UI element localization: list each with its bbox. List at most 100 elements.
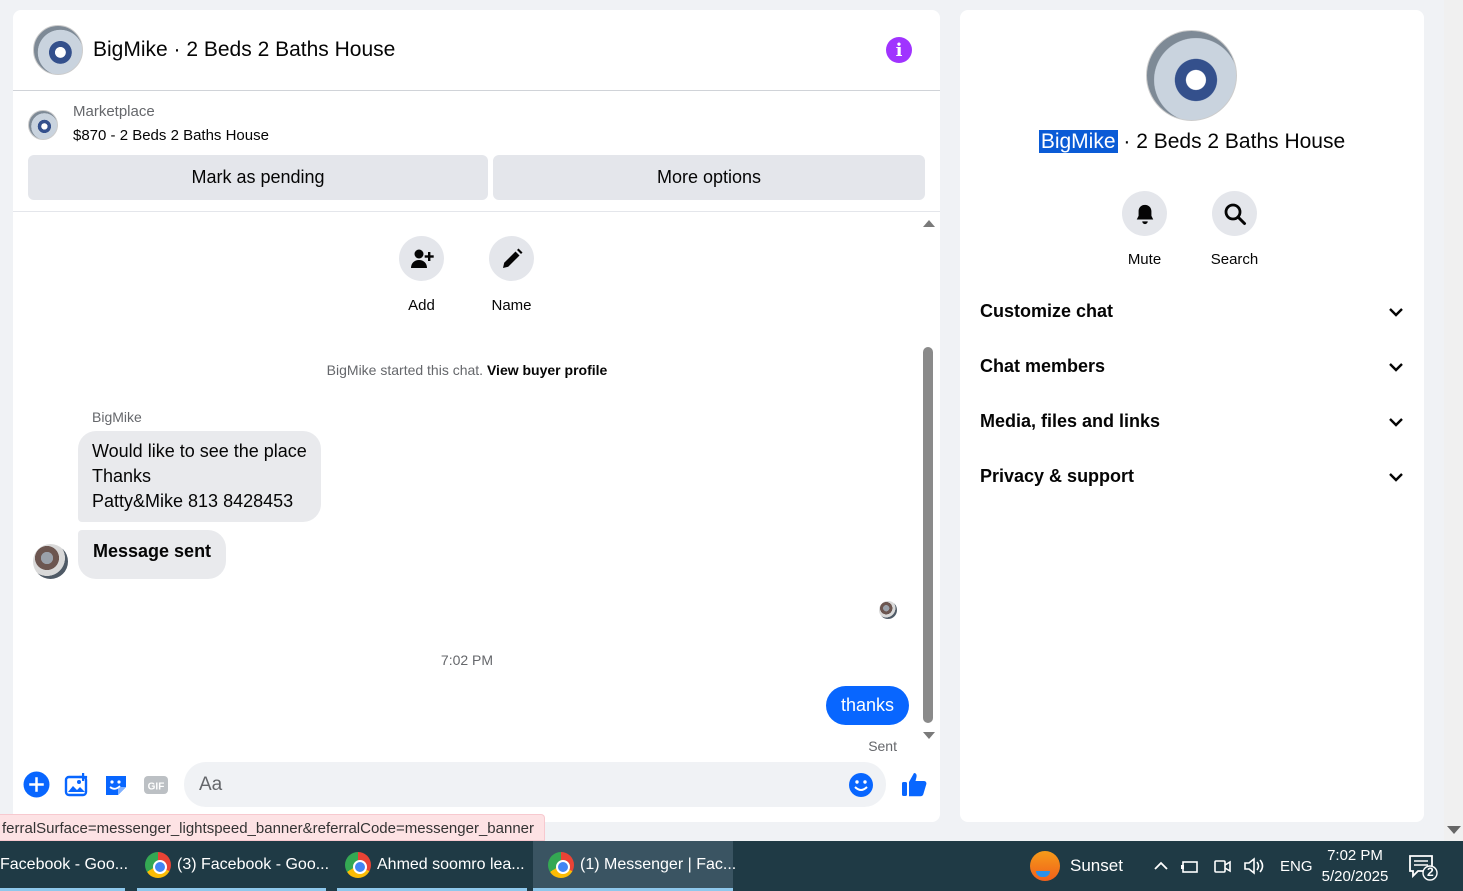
- chrome-icon: [345, 851, 371, 878]
- taskbar-item-messenger[interactable]: (1) Messenger | Fac...: [533, 841, 737, 891]
- name-label: Name: [491, 297, 532, 314]
- section-label: Media, files and links: [980, 411, 1161, 431]
- info-title-rest: · 2 Beds 2 Baths House: [1117, 130, 1346, 153]
- system-tray: ENG: [1152, 841, 1313, 891]
- sender-name: BigMike: [92, 409, 142, 425]
- sender-avatar[interactable]: [33, 544, 68, 579]
- volume-icon[interactable]: [1243, 857, 1265, 875]
- name-chat-action[interactable]: Name: [489, 236, 534, 314]
- sticker-icon: [106, 775, 126, 795]
- incoming-message-sent[interactable]: Message sent: [78, 530, 227, 579]
- mute-label: Mute: [1127, 251, 1162, 268]
- chat-title[interactable]: BigMike · 2 Beds 2 Baths House: [93, 38, 886, 62]
- pencil-icon: [502, 248, 522, 268]
- gif-icon: GIF: [144, 775, 168, 794]
- message-line: Thanks: [92, 466, 152, 486]
- taskbar-item-label: Facebook - Goo...: [0, 855, 129, 873]
- thumbs-up-icon: [902, 772, 927, 796]
- network-icon[interactable]: [1181, 857, 1201, 875]
- listing-thumbnail: [28, 110, 58, 140]
- gif-button[interactable]: GIF: [142, 771, 170, 799]
- chevron-down-icon: [1389, 362, 1403, 372]
- search-action[interactable]: Search: [1210, 191, 1259, 268]
- view-buyer-profile-link[interactable]: View buyer profile: [487, 362, 607, 378]
- customize-chat-section[interactable]: Customize chat: [980, 301, 1404, 322]
- meet-icon[interactable]: [1212, 857, 1232, 875]
- started-text: BigMike started this chat.: [326, 362, 484, 378]
- taskbar-item-label: Ahmed soomro lea...: [377, 855, 525, 873]
- info-avatar[interactable]: [1146, 30, 1237, 121]
- message-input-box[interactable]: [184, 762, 886, 807]
- notification-center[interactable]: 2: [1408, 853, 1438, 881]
- mute-action[interactable]: Mute: [1122, 191, 1167, 268]
- conversation-info-panel: BigMike · 2 Beds 2 Baths House Mute Sear…: [960, 10, 1424, 822]
- marketplace-label: Marketplace: [73, 103, 155, 120]
- search-label: Search: [1210, 251, 1259, 268]
- marketplace-listing[interactable]: Marketplace $870 - 2 Beds 2 Baths House: [28, 101, 925, 149]
- info-icon[interactable]: i: [886, 37, 912, 63]
- photo-icon: [64, 772, 88, 796]
- message-composer: GIF: [13, 761, 940, 808]
- message-input[interactable]: [199, 773, 848, 796]
- notification-count: 2: [1427, 865, 1434, 879]
- search-button[interactable]: [1212, 191, 1257, 236]
- incoming-message[interactable]: Would like to see the place Thanks Patty…: [78, 431, 321, 522]
- scroll-up-arrow[interactable]: [923, 220, 935, 227]
- more-actions-button[interactable]: [22, 771, 50, 799]
- clock[interactable]: 7:02 PM 5/20/2025: [1308, 845, 1402, 887]
- clock-date: 5/20/2025: [1321, 868, 1389, 885]
- weather-widget[interactable]: Sunset: [1030, 841, 1123, 891]
- marketplace-text: Marketplace $870 - 2 Beds 2 Baths House: [73, 101, 269, 149]
- sunset-icon: [1030, 851, 1060, 881]
- taskbar-item-label: (1) Messenger | Fac...: [580, 855, 737, 873]
- mute-button[interactable]: [1122, 191, 1167, 236]
- add-person-button[interactable]: [399, 236, 444, 281]
- attach-photo-button[interactable]: [62, 771, 90, 799]
- bell-icon: [1136, 204, 1153, 224]
- privacy-support-section[interactable]: Privacy & support: [980, 466, 1404, 487]
- rename-button[interactable]: [489, 236, 534, 281]
- section-label: Customize chat: [980, 301, 1114, 321]
- chevron-up-icon[interactable]: [1152, 857, 1170, 875]
- mark-as-pending-button[interactable]: Mark as pending: [28, 155, 488, 200]
- message-scrollbar[interactable]: [921, 214, 935, 744]
- scroll-down-arrow[interactable]: [923, 732, 935, 739]
- scroll-thumb[interactable]: [923, 347, 933, 723]
- clock-time: 7:02 PM: [1327, 847, 1383, 864]
- chat-header: BigMike · 2 Beds 2 Baths House i: [13, 10, 940, 91]
- status-url-bar: ferralSurface=messenger_lightspeed_banne…: [0, 814, 545, 841]
- search-icon: [1224, 203, 1246, 225]
- more-options-button[interactable]: More options: [493, 155, 925, 200]
- emoji-icon[interactable]: [848, 772, 874, 798]
- marketplace-bar: Marketplace $870 - 2 Beds 2 Baths House …: [13, 91, 940, 212]
- chrome-icon: [548, 851, 574, 878]
- info-title: BigMike · 2 Beds 2 Baths House: [960, 130, 1424, 154]
- message-line: Would like to see the place: [92, 441, 307, 461]
- section-label: Chat members: [980, 356, 1106, 376]
- info-actions: Mute Search: [1122, 191, 1259, 268]
- page-scroll-down-arrow[interactable]: [1447, 826, 1461, 834]
- taskbar-item-facebook-3[interactable]: (3) Facebook - Goo...: [137, 841, 329, 891]
- add-people-action[interactable]: Add: [399, 236, 444, 314]
- weather-label: Sunset: [1070, 856, 1123, 875]
- outgoing-message[interactable]: thanks: [825, 686, 909, 725]
- read-receipt-avatar: [879, 601, 897, 619]
- media-files-links-section[interactable]: Media, files and links: [980, 411, 1404, 432]
- add-label: Add: [408, 297, 435, 314]
- sticker-button[interactable]: [102, 771, 130, 799]
- chevron-down-icon: [1389, 307, 1403, 317]
- chat-panel: BigMike · 2 Beds 2 Baths House i Marketp…: [13, 10, 940, 822]
- like-button[interactable]: [900, 771, 928, 799]
- message-list[interactable]: Add Name BigMike started this chat. View…: [13, 214, 923, 754]
- section-label: Privacy & support: [980, 466, 1135, 486]
- listing-avatar[interactable]: [33, 25, 83, 75]
- listing-title: $870 - 2 Beds 2 Baths House: [73, 127, 269, 144]
- taskbar-item-facebook[interactable]: Facebook - Goo...: [0, 841, 129, 891]
- add-person-icon: [410, 249, 434, 268]
- chat-started-notice: BigMike started this chat. View buyer pr…: [13, 362, 921, 378]
- chat-members-section[interactable]: Chat members: [980, 356, 1404, 377]
- taskbar: Facebook - Goo... (3) Facebook - Goo... …: [0, 841, 1463, 891]
- taskbar-item-ahmed[interactable]: Ahmed soomro lea...: [337, 841, 527, 891]
- page-scrollbar[interactable]: [1444, 0, 1463, 841]
- sent-status: Sent: [868, 738, 897, 754]
